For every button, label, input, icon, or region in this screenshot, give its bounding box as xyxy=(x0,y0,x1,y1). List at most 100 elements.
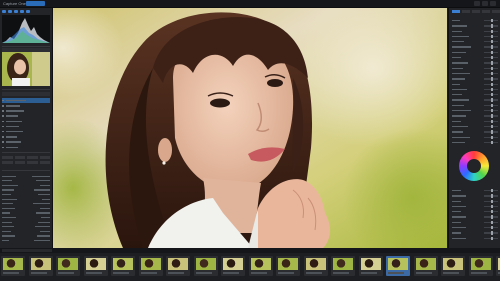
divider xyxy=(2,46,50,47)
filter-button[interactable] xyxy=(14,156,25,159)
filmstrip-controls[interactable] xyxy=(2,249,52,252)
thumbnail-caption xyxy=(168,272,184,274)
adjustment-slider-row[interactable] xyxy=(452,236,498,241)
filter-button[interactable] xyxy=(2,156,13,159)
user-icon[interactable] xyxy=(490,1,496,6)
filmstrip-thumbnail[interactable] xyxy=(111,256,135,276)
library-tab-icon[interactable] xyxy=(8,10,12,13)
thumbnail-image xyxy=(415,258,436,270)
thumbnail-image xyxy=(278,258,298,270)
filmstrip-thumbnail[interactable] xyxy=(1,256,25,276)
filter-button[interactable] xyxy=(39,156,50,159)
thumbnail-caption xyxy=(470,272,487,274)
filmstrip-thumbnail[interactable] xyxy=(248,256,273,276)
thumbnail-caption xyxy=(305,272,322,274)
filter-button[interactable] xyxy=(2,161,13,164)
thumbnail-caption xyxy=(443,272,459,274)
tab-exposure[interactable] xyxy=(452,10,460,13)
library-header[interactable] xyxy=(2,92,50,96)
filmstrip-thumbnail[interactable] xyxy=(358,256,383,276)
thumbnail-image xyxy=(168,258,188,270)
filmstrip-thumbnail[interactable] xyxy=(166,256,190,276)
right-adjustments-panel xyxy=(448,8,500,248)
thumbnail-image xyxy=(333,258,353,270)
thumbnail-caption xyxy=(58,272,74,274)
thumbnail-caption xyxy=(278,272,294,274)
thumbnail-image xyxy=(3,258,23,270)
histogram xyxy=(2,15,50,43)
thumbnail-image xyxy=(195,258,216,270)
layers-tab-icon[interactable] xyxy=(14,10,18,13)
settings-icon[interactable] xyxy=(482,1,488,6)
slider-list xyxy=(452,18,498,145)
filmstrip-thumbnail[interactable] xyxy=(496,256,500,276)
thumbnail-image xyxy=(470,258,491,270)
list-item[interactable] xyxy=(2,145,50,150)
filmstrip-thumbnail[interactable] xyxy=(468,256,493,276)
filmstrip-thumbnail[interactable] xyxy=(413,256,438,276)
thumbnail-caption xyxy=(30,272,47,274)
tab-lens[interactable] xyxy=(482,10,490,13)
tab-metadata[interactable] xyxy=(492,10,500,13)
thumbnail-image xyxy=(58,258,78,270)
adjustment-slider-row[interactable] xyxy=(452,140,498,145)
thumbnail-caption xyxy=(140,272,157,274)
filmstrip-thumbnail[interactable] xyxy=(386,256,410,276)
slider-list-lower xyxy=(452,188,498,241)
divider xyxy=(2,89,50,90)
thumbnail-caption xyxy=(333,272,349,274)
filter-button[interactable] xyxy=(14,161,25,164)
divider xyxy=(2,170,50,171)
tool-tab-icons xyxy=(2,10,30,13)
exposure-tab-icon[interactable] xyxy=(26,10,30,13)
crop-tab-icon[interactable] xyxy=(20,10,24,13)
filmstrip-thumbnail[interactable] xyxy=(221,256,245,276)
filmstrip-thumbnail[interactable] xyxy=(331,256,355,276)
metadata-row xyxy=(2,238,50,243)
active-workspace-tab[interactable] xyxy=(26,1,45,6)
thumbnail-caption xyxy=(360,272,377,274)
filter-buttons xyxy=(2,156,50,164)
filmstrip-thumbnail[interactable] xyxy=(276,256,300,276)
thumbnail-image xyxy=(443,258,463,270)
left-tool-panel xyxy=(0,8,53,248)
app-title: Capture One xyxy=(3,1,26,6)
thumbnail-caption xyxy=(388,272,404,274)
filmstrip-thumbnail[interactable] xyxy=(303,256,328,276)
image-viewer[interactable] xyxy=(53,8,447,248)
filmstrip-thumbnail[interactable] xyxy=(28,256,53,276)
metadata-panel xyxy=(2,174,50,243)
thumbnail-image xyxy=(305,258,326,270)
filter-button[interactable] xyxy=(27,161,38,164)
tab-details[interactable] xyxy=(472,10,480,13)
tab-color[interactable] xyxy=(462,10,470,13)
thumbnail-image xyxy=(388,258,408,270)
thumbnail-caption xyxy=(113,272,129,274)
thumbnail-image xyxy=(223,258,243,270)
navigator-thumbnail[interactable] xyxy=(2,52,50,86)
thumbnail-caption xyxy=(223,272,239,274)
filter-button[interactable] xyxy=(39,161,50,164)
filmstrip-thumbnail[interactable] xyxy=(138,256,163,276)
color-wheel[interactable] xyxy=(459,151,489,181)
filmstrip-thumbnail[interactable] xyxy=(441,256,465,276)
thumbnail-caption xyxy=(195,272,212,274)
divider xyxy=(2,152,50,153)
thumbnail-image xyxy=(250,258,271,270)
thumbnail-caption xyxy=(3,272,19,274)
window-controls xyxy=(474,1,496,6)
filmstrip-thumbnail[interactable] xyxy=(193,256,218,276)
thumbnail-image xyxy=(360,258,381,270)
filmstrip-thumbnail[interactable] xyxy=(83,256,108,276)
thumbnail-image xyxy=(140,258,161,270)
filmstrip-thumbnail[interactable] xyxy=(56,256,80,276)
histogram-tab-icon[interactable] xyxy=(2,10,6,13)
filter-button[interactable] xyxy=(27,156,38,159)
adjustment-tabs xyxy=(452,10,500,13)
toolbar-center-group xyxy=(206,1,218,6)
top-toolbar: Capture One xyxy=(0,0,500,8)
thumbnail-caption xyxy=(85,272,102,274)
thumbnail-caption xyxy=(415,272,432,274)
filmstrip xyxy=(0,253,500,281)
view-toggle-icon[interactable] xyxy=(474,1,480,6)
